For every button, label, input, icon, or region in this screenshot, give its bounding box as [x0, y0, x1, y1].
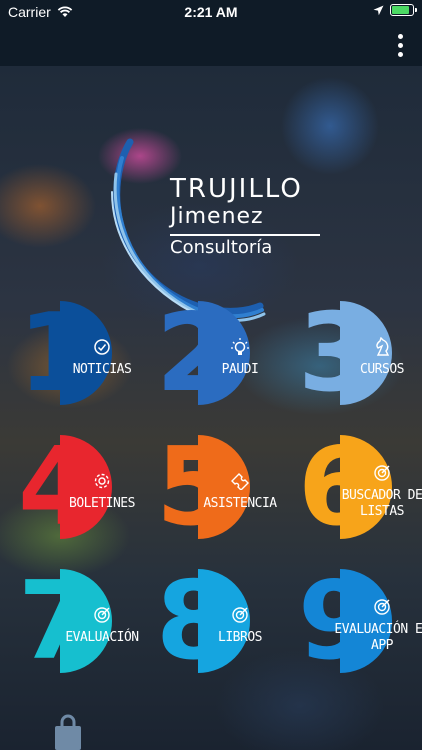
lightbulb-icon	[229, 336, 251, 358]
tile-label: EVALUACIÓN	[65, 630, 139, 645]
tile-libros[interactable]: 8 LIBROS	[156, 568, 282, 678]
target-icon	[229, 604, 251, 626]
more-dot	[397, 33, 403, 39]
news-clock-icon	[91, 336, 113, 358]
tile-content: NOTICIAS	[52, 312, 152, 402]
battery-fill	[392, 6, 409, 14]
tile-content: PAUDI	[190, 312, 290, 402]
tile-content: LIBROS	[190, 580, 290, 670]
brand-subtitle: Consultoría	[170, 237, 273, 258]
target-icon	[91, 604, 113, 626]
shopping-bag-icon[interactable]	[52, 714, 84, 750]
status-bar: Carrier 2:21 AM	[0, 0, 422, 24]
tile-boletines[interactable]: 4 BOLETINES	[18, 434, 144, 544]
tile-buscador-de-listas[interactable]: 6 BUSCADOR DE LISTAS	[298, 434, 422, 544]
tile-content: EVALUACIÓN	[52, 580, 152, 670]
tile-label: NOTICIAS	[72, 362, 132, 377]
nav-bar	[0, 24, 422, 66]
location-arrow-icon	[373, 5, 384, 15]
tile-label: LIBROS	[218, 630, 262, 645]
brand-name-jimenez: Jimenez	[170, 204, 264, 229]
target-icon	[371, 596, 393, 618]
blurred-background: TRUJILLO Jimenez Consultoría 1 NOTICIAS …	[0, 66, 422, 750]
status-time: 2:21 AM	[184, 4, 238, 20]
tile-content: EVALUACIÓN EN APP	[332, 580, 422, 670]
gear-icon	[91, 470, 113, 492]
ticket-icon	[229, 470, 251, 492]
brand-name-trujillo: TRUJILLO	[170, 174, 303, 204]
tile-content: ASISTENCIA	[190, 446, 290, 536]
tile-label: ASISTENCIA	[203, 496, 277, 511]
tile-label: CURSOS	[360, 362, 404, 377]
more-dot	[397, 51, 403, 57]
battery-icon	[390, 4, 417, 16]
tile-asistencia[interactable]: 5 ASISTENCIA	[156, 434, 282, 544]
target-icon	[371, 462, 393, 484]
tile-label: EVALUACIÓN EN APP	[334, 622, 422, 653]
more-dot	[397, 42, 403, 48]
status-icons	[373, 4, 417, 16]
tile-content: CURSOS	[332, 312, 422, 402]
tile-content: BOLETINES	[52, 446, 152, 536]
tile-paudi[interactable]: 2 PAUDI	[156, 300, 282, 410]
tile-label: PAUDI	[221, 362, 259, 377]
tile-label: BUSCADOR DE LISTAS	[341, 488, 422, 519]
chess-knight-icon	[371, 336, 393, 358]
tile-evaluacion-en-app[interactable]: 9 EVALUACIÓN EN APP	[298, 568, 422, 678]
brand-divider	[170, 234, 320, 236]
tile-evaluacion[interactable]: 7 EVALUACIÓN	[18, 568, 144, 678]
tile-content: BUSCADOR DE LISTAS	[332, 446, 422, 536]
tile-cursos[interactable]: 3 CURSOS	[298, 300, 422, 410]
tile-noticias[interactable]: 1 NOTICIAS	[18, 300, 144, 410]
tile-label: BOLETINES	[69, 496, 135, 511]
more-options-button[interactable]	[388, 30, 412, 60]
